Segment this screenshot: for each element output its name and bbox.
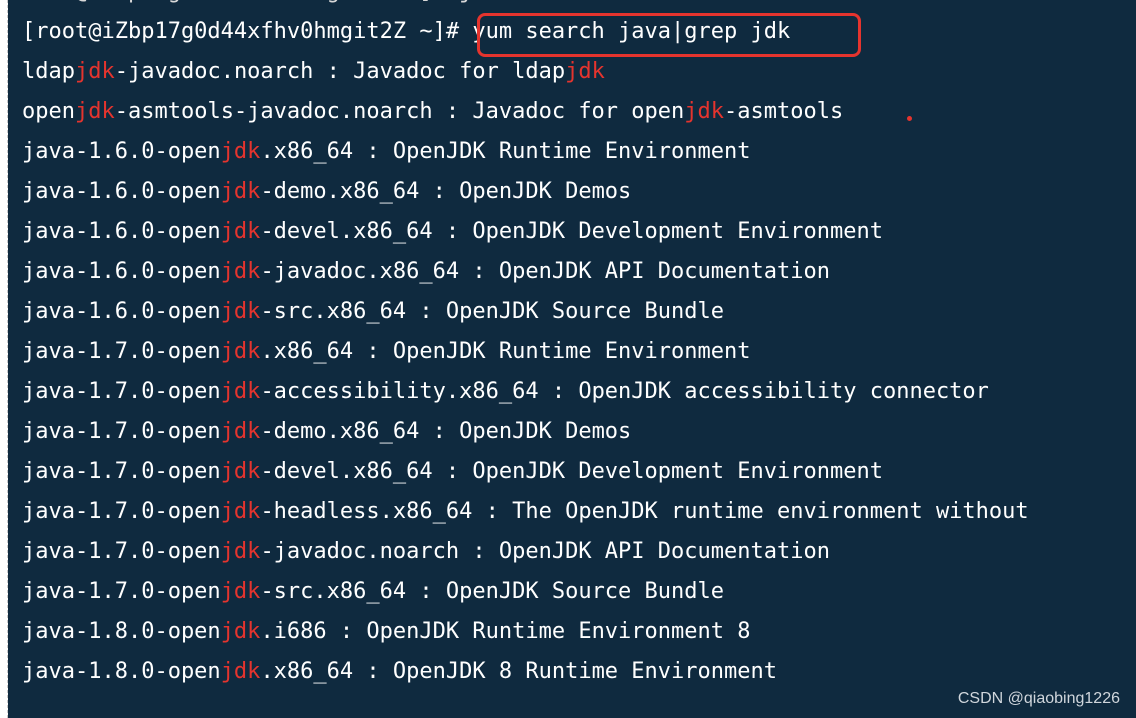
line-text: .x86_64 : OpenJDK Runtime Environment [260, 339, 751, 364]
line-text: java-1.6.0-open [22, 219, 221, 244]
shell-prompt: [root@iZbp17g0d44xfhv0hmgit2Z ~]# [22, 19, 473, 44]
line-text: .i686 : OpenJDK Runtime Environment 8 [260, 619, 751, 644]
line-text: -javadoc.noarch : OpenJDK API Documentat… [260, 539, 830, 564]
highlight-match: jdk [220, 339, 261, 364]
highlight-match: jdk [220, 459, 261, 484]
output-line: java-1.7.0-openjdk-demo.x86_64 : OpenJDK… [22, 412, 631, 452]
terminal-window[interactable]: root@iZbp17g0d44xfhv0hmgit2Z ~]# java -v… [8, 0, 1136, 718]
output-line: java-1.6.0-openjdk-devel.x86_64 : OpenJD… [22, 212, 883, 252]
line-text: java-1.6.0-open [22, 139, 221, 164]
output-line: java-1.6.0-openjdk.x86_64 : OpenJDK Runt… [22, 132, 751, 172]
highlight-match: jdk [220, 659, 261, 684]
output-line: java-1.8.0-openjdk.x86_64 : OpenJDK 8 Ru… [22, 652, 777, 692]
highlight-match: jdk [220, 579, 261, 604]
left-gutter [0, 0, 8, 718]
highlight-match: jdk [220, 179, 261, 204]
line-text: java-1.7.0-open [22, 579, 221, 604]
highlight-match: jdk [220, 219, 261, 244]
line-text: -javadoc.noarch : Javadoc for ldap [114, 59, 566, 84]
line-text: -javadoc.x86_64 : OpenJDK API Documentat… [260, 259, 830, 284]
highlight-match: jdk [220, 139, 261, 164]
line-text: java-1.6.0-open [22, 259, 221, 284]
terminal-output: root@iZbp17g0d44xfhv0hmgit2Z ~]# java -v… [22, 0, 1136, 718]
highlight-match: jdk [220, 619, 261, 644]
line-text: -accessibility.x86_64 : OpenJDK accessib… [260, 379, 989, 404]
output-line: java-1.7.0-openjdk.x86_64 : OpenJDK Runt… [22, 332, 751, 372]
line-text: java-1.7.0-open [22, 379, 221, 404]
partial-previous-line: root@iZbp17g0d44xfhv0hmgit2Z ~]# java -v… [22, 0, 631, 12]
line-text: -devel.x86_64 : OpenJDK Development Envi… [260, 459, 883, 484]
annotation-dot [907, 116, 912, 121]
output-line: java-1.6.0-openjdk-javadoc.x86_64 : Open… [22, 252, 830, 292]
line-text: java-1.7.0-open [22, 499, 221, 524]
line-text: java-1.6.0-open [22, 299, 221, 324]
line-text: -devel.x86_64 : OpenJDK Development Envi… [260, 219, 883, 244]
output-line: java-1.6.0-openjdk-demo.x86_64 : OpenJDK… [22, 172, 631, 212]
watermark: CSDN @qiaobing1226 [957, 690, 1120, 707]
line-text: -demo.x86_64 : OpenJDK Demos [260, 419, 632, 444]
output-line: java-1.7.0-openjdk-devel.x86_64 : OpenJD… [22, 452, 883, 492]
line-text: -src.x86_64 : OpenJDK Source Bundle [260, 299, 725, 324]
line-text: java-1.8.0-open [22, 659, 221, 684]
highlight-match: jdk [74, 99, 115, 124]
highlight-match: jdk [220, 299, 261, 324]
highlight-match: jdk [565, 59, 605, 84]
line-text: .x86_64 : OpenJDK Runtime Environment [260, 139, 751, 164]
output-line: java-1.7.0-openjdk-javadoc.noarch : Open… [22, 532, 830, 572]
line-text: java-1.7.0-open [22, 339, 221, 364]
line-text: open [22, 99, 75, 124]
command-highlight-box [477, 13, 861, 57]
output-line: openjdk-asmtools-javadoc.noarch : Javado… [22, 92, 843, 132]
line-text: java-1.7.0-open [22, 459, 221, 484]
line-text: -src.x86_64 : OpenJDK Source Bundle [260, 579, 725, 604]
output-line: java-1.7.0-openjdk-src.x86_64 : OpenJDK … [22, 572, 724, 612]
output-line: java-1.7.0-openjdk-headless.x86_64 : The… [22, 492, 1029, 532]
highlight-match: jdk [220, 539, 261, 564]
line-text: java-1.6.0-open [22, 179, 221, 204]
line-text: -asmtools-javadoc.noarch : Javadoc for o… [114, 99, 685, 124]
highlight-match: jdk [220, 379, 261, 404]
output-line: java-1.6.0-openjdk-src.x86_64 : OpenJDK … [22, 292, 724, 332]
output-line: java-1.8.0-openjdk.i686 : OpenJDK Runtim… [22, 612, 751, 652]
highlight-match: jdk [684, 99, 725, 124]
highlight-match: jdk [220, 499, 261, 524]
line-text: ldap [22, 59, 75, 84]
output-line: ldapjdk-javadoc.noarch : Javadoc for lda… [22, 52, 605, 92]
line-text: java-1.7.0-open [22, 539, 221, 564]
line-text: -demo.x86_64 : OpenJDK Demos [260, 179, 632, 204]
line-text: -asmtools [724, 99, 844, 124]
line-text: .x86_64 : OpenJDK 8 Runtime Environment [260, 659, 777, 684]
highlight-match: jdk [220, 419, 261, 444]
highlight-match: jdk [74, 59, 115, 84]
line-text: java-1.8.0-open [22, 619, 221, 644]
line-text: java-1.7.0-open [22, 419, 221, 444]
output-line: java-1.7.0-openjdk-accessibility.x86_64 … [22, 372, 989, 412]
line-text: -headless.x86_64 : The OpenJDK runtime e… [260, 499, 1029, 524]
highlight-match: jdk [220, 259, 261, 284]
